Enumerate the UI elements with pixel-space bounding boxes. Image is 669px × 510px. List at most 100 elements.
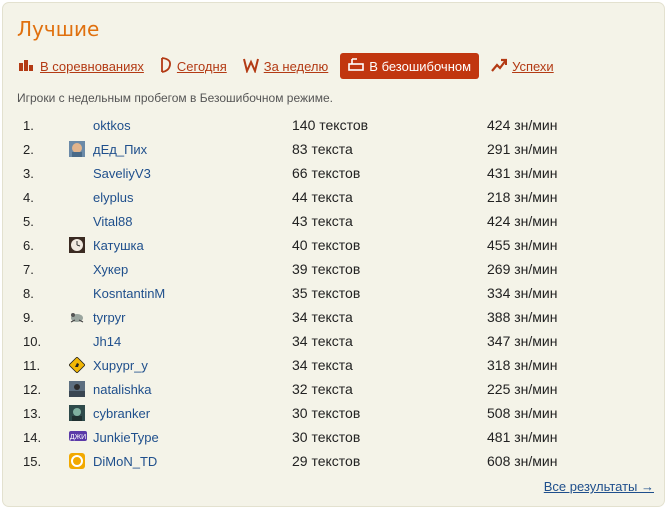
player-name-link[interactable]: SaveliyV3 <box>93 166 151 181</box>
table-row: 9. tyrpyr 34 текста 388 зн/мин <box>3 306 663 330</box>
leaderboard: 1. oktkos 140 текстов 424 зн/мин 2. дЕд_Пих 83… <box>3 114 663 474</box>
tab-label: В безошибочном <box>369 58 472 74</box>
table-row: 11. Xupypr_y 34 текста 318 зн/мин <box>3 354 663 378</box>
player-name-link[interactable]: KosntantinM <box>93 286 165 301</box>
cyber-avatar <box>69 405 85 421</box>
typing-speed: 225 зн/мин <box>487 381 558 397</box>
texts-count: 34 текста <box>292 333 353 349</box>
texts-count: 83 текста <box>292 141 353 157</box>
texts-count: 140 текстов <box>292 117 369 133</box>
texts-count: 44 текста <box>292 189 353 205</box>
rank: 9. <box>23 310 34 325</box>
typing-speed: 431 зн/мин <box>487 165 558 181</box>
best-players-panel: Лучшие В соревнованиях Сегодня За неделю… <box>2 2 665 507</box>
player-name-link[interactable]: oktkos <box>93 118 131 133</box>
typing-speed: 508 зн/мин <box>487 405 558 421</box>
rank: 8. <box>23 286 34 301</box>
flawless-icon <box>348 57 365 75</box>
clock-avatar <box>69 237 85 253</box>
table-row: 15. DiMoN_TD 29 текстов 608 зн/мин <box>3 450 663 474</box>
rank: 2. <box>23 142 34 157</box>
player-name-link[interactable]: Катушка <box>93 238 144 253</box>
tab-achievements[interactable]: Успехи <box>487 53 558 79</box>
subtitle: Игроки с недельным пробегом в Безошибочн… <box>17 91 333 105</box>
avatar-empty <box>69 213 85 229</box>
typing-speed: 455 зн/мин <box>487 237 558 253</box>
tab-label: За неделю <box>263 58 329 74</box>
table-row: 13. cybranker 30 текстов 508 зн/мин <box>3 402 663 426</box>
rank: 7. <box>23 262 34 277</box>
table-row: 2. дЕд_Пих 83 текста 291 зн/мин <box>3 138 663 162</box>
typing-speed: 318 зн/мин <box>487 357 558 373</box>
table-row: 1. oktkos 140 текстов 424 зн/мин <box>3 114 663 138</box>
tab-label: В соревнованиях <box>40 58 144 74</box>
rank: 6. <box>23 238 34 253</box>
photo-avatar <box>69 381 85 397</box>
page-title: Лучшие <box>17 17 100 41</box>
table-row: 3. SaveliyV3 66 текстов 431 зн/мин <box>3 162 663 186</box>
rank: 4. <box>23 190 34 205</box>
avatar-empty <box>69 189 85 205</box>
texts-count: 39 текстов <box>292 261 361 277</box>
table-row: 14. ДЖИ JunkieType 30 текстов 481 зн/мин <box>3 426 663 450</box>
tab-label: Успехи <box>512 58 554 74</box>
rank: 15. <box>23 454 42 469</box>
face-avatar <box>69 141 85 157</box>
kangaroo-sign-avatar <box>68 356 86 374</box>
table-row: 8. KosntantinM 35 текстов 334 зн/мин <box>3 282 663 306</box>
table-row: 5. Vital88 43 текста 424 зн/мин <box>3 210 663 234</box>
trend-up-icon <box>491 58 508 75</box>
avatar-empty <box>69 333 85 349</box>
texts-count: 40 текстов <box>292 237 361 253</box>
player-name-link[interactable]: natalishka <box>93 382 152 397</box>
typing-speed: 424 зн/мин <box>487 117 558 133</box>
tab-label: Сегодня <box>176 58 227 74</box>
avatar-logo-text: ДЖИ <box>70 434 86 441</box>
player-name-link[interactable]: Jh14 <box>93 334 121 349</box>
player-name-link[interactable]: дЕд_Пих <box>93 142 147 157</box>
rank: 1. <box>23 118 34 133</box>
texts-count: 29 текстов <box>292 453 361 469</box>
typing-speed: 218 зн/мин <box>487 189 558 205</box>
texts-count: 66 текстов <box>292 165 361 181</box>
typing-speed: 424 зн/мин <box>487 213 558 229</box>
texts-count: 35 текстов <box>292 285 361 301</box>
avatar-empty <box>69 165 85 181</box>
texts-count: 34 текста <box>292 357 353 373</box>
avatar-empty <box>69 261 85 277</box>
player-name-link[interactable]: Хукер <box>93 262 128 277</box>
tab-week[interactable]: За неделю <box>239 53 333 79</box>
tab-today[interactable]: Сегодня <box>156 53 231 79</box>
all-results-link[interactable]: Все результаты → <box>544 479 654 494</box>
texts-count: 30 текстов <box>292 405 361 421</box>
orange-logo-avatar <box>69 453 85 469</box>
player-name-link[interactable]: elyplus <box>93 190 133 205</box>
table-row: 6. Катушка 40 текстов 455 зн/мин <box>3 234 663 258</box>
avatar-empty <box>69 117 85 133</box>
texts-count: 43 текста <box>292 213 353 229</box>
table-row: 4. elyplus 44 текста 218 зн/мин <box>3 186 663 210</box>
typing-speed: 608 зн/мин <box>487 453 558 469</box>
typing-speed: 481 зн/мин <box>487 429 558 445</box>
day-icon <box>160 56 172 76</box>
avatar-empty <box>69 285 85 301</box>
rank: 11. <box>23 358 41 373</box>
player-name-link[interactable]: JunkieType <box>93 430 159 445</box>
animal-avatar <box>69 309 85 325</box>
text-logo-avatar: ДЖИ <box>69 429 87 445</box>
texts-count: 30 текстов <box>292 429 361 445</box>
texts-count: 32 текста <box>292 381 353 397</box>
player-name-link[interactable]: tyrpyr <box>93 310 126 325</box>
typing-speed: 291 зн/мин <box>487 141 558 157</box>
rank: 14. <box>23 430 42 445</box>
tab-competitions[interactable]: В соревнованиях <box>15 53 148 79</box>
typing-speed: 334 зн/мин <box>487 285 558 301</box>
player-name-link[interactable]: DiMoN_TD <box>93 454 157 469</box>
player-name-link[interactable]: Vital88 <box>93 214 133 229</box>
typing-speed: 269 зн/мин <box>487 261 558 277</box>
rank: 10. <box>23 334 42 349</box>
tab-flawless[interactable]: В безошибочном <box>340 53 480 79</box>
player-name-link[interactable]: cybranker <box>93 406 150 421</box>
week-icon <box>242 57 259 76</box>
player-name-link[interactable]: Xupypr_y <box>93 358 148 373</box>
